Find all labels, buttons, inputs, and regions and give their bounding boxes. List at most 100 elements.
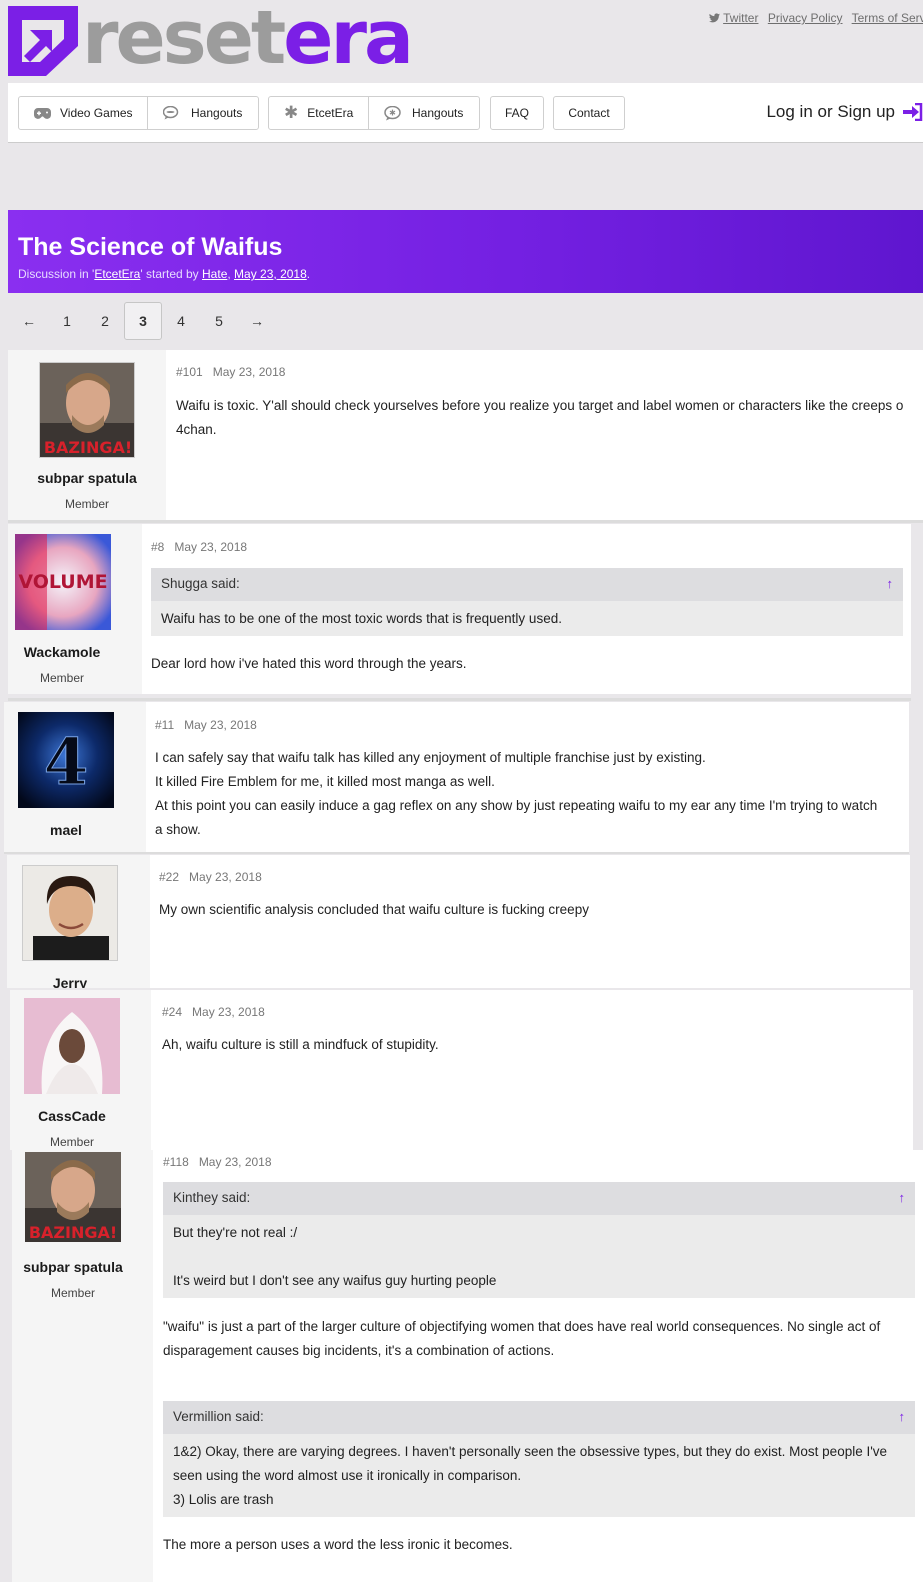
post-divider	[8, 698, 911, 701]
terms-of-service-link[interactable]: Terms of Service	[852, 11, 923, 25]
post-date[interactable]: May 23, 2018	[213, 365, 286, 379]
avatar[interactable]: BAZINGA!	[25, 1152, 121, 1248]
avatar[interactable]	[24, 998, 120, 1094]
post-user-panel: CassCade Member	[10, 990, 151, 1150]
page-prev-button[interactable]: ←	[10, 302, 48, 340]
quote-author: Vermillion said:	[173, 1409, 264, 1424]
post-number[interactable]: #8	[151, 540, 164, 554]
post-user-panel: Jerry	[7, 855, 150, 988]
post-meta: #22 May 23, 2018	[159, 870, 262, 884]
nav-faq-group: FAQ	[490, 96, 544, 130]
quote-header: Vermillion said: ↑	[163, 1401, 915, 1434]
post: CassCade Member #24 May 23, 2018 Ah, waif…	[10, 990, 913, 1150]
post: 4 mael #11 May 23, 2018 I can safely say …	[4, 702, 909, 852]
post-divider	[4, 852, 909, 854]
quote-block: Shugga said: ↑ Waifu has to be one of th…	[151, 568, 903, 636]
quote-jump-icon[interactable]: ↑	[899, 1409, 906, 1424]
post-body: Ah, waifu culture is still a mindfuck of…	[162, 1037, 439, 1052]
avatar[interactable]: 4	[18, 712, 114, 808]
site-logo[interactable]: resetera	[8, 0, 414, 78]
forum-link[interactable]: EtcetEra	[94, 267, 140, 281]
avatar[interactable]: BAZINGA!	[39, 362, 135, 458]
chat-bubbles-icon: ✱	[384, 105, 403, 121]
nav-contact[interactable]: Contact	[554, 97, 624, 129]
post-meta: #11 May 23, 2018	[155, 718, 257, 732]
post-body: Dear lord how i've hated this word throu…	[151, 656, 467, 671]
username[interactable]: subpar spatula	[12, 1259, 134, 1275]
username[interactable]: Wackamole	[8, 644, 116, 660]
pagination: ← 1 2 3 4 5 →	[10, 302, 276, 340]
post: VOLUME Wackamole Member #8 May 23, 2018 S…	[8, 524, 911, 694]
logo-mark-icon	[8, 6, 78, 76]
username[interactable]: Jerry	[7, 975, 133, 988]
nav-hangouts-2[interactable]: ✱ Hangouts	[369, 97, 479, 129]
nav-hangouts-1[interactable]: Hangouts	[148, 97, 258, 129]
post-number[interactable]: #22	[159, 870, 179, 884]
chat-bubbles-icon	[163, 106, 182, 120]
svg-text:4: 4	[44, 725, 89, 800]
post-date[interactable]: May 23, 2018	[174, 540, 247, 554]
page-4[interactable]: 4	[162, 302, 200, 340]
post-number[interactable]: #101	[176, 365, 203, 379]
post-body: My own scientific analysis concluded tha…	[159, 902, 589, 917]
avatar[interactable]	[22, 865, 118, 961]
page-1[interactable]: 1	[48, 302, 86, 340]
post-user-panel: 4 mael	[4, 702, 146, 852]
user-title: Member	[64, 497, 109, 511]
post: BAZINGA! subpar spatula Member #118 May 2…	[12, 1150, 923, 1582]
post-body: Waifu is toxic. Y'all should check yours…	[176, 398, 904, 437]
post-number[interactable]: #11	[155, 718, 174, 732]
thread-title: The Science of Waifus	[18, 233, 283, 261]
login-signup-link[interactable]: Log in or Sign up	[766, 102, 923, 122]
logo-wordmark: resetera	[82, 0, 414, 81]
quote-author: Shugga said:	[161, 576, 240, 591]
page-3-current[interactable]: 3	[124, 302, 162, 340]
nav-video-games[interactable]: Video Games	[19, 97, 148, 129]
svg-text:✱: ✱	[389, 108, 396, 117]
main-navbar: Video Games Hangouts ✱ EtcetEra ✱ Hangou…	[8, 83, 923, 143]
quote-jump-icon[interactable]: ↑	[899, 1190, 906, 1205]
post-body: The more a person uses a word the less i…	[163, 1537, 513, 1552]
post-number[interactable]: #24	[162, 1005, 182, 1019]
post-date[interactable]: May 23, 2018	[192, 1005, 265, 1019]
username[interactable]: CassCade	[10, 1108, 134, 1124]
page-2[interactable]: 2	[86, 302, 124, 340]
post-body: "waifu" is just a part of the larger cul…	[163, 1319, 881, 1358]
quote-jump-icon[interactable]: ↑	[887, 576, 894, 591]
page-next-button[interactable]: →	[238, 302, 276, 340]
post-date[interactable]: May 23, 2018	[189, 870, 262, 884]
post-user-panel: BAZINGA! subpar spatula Member	[8, 350, 166, 520]
post-user-panel: BAZINGA! subpar spatula Member	[12, 1150, 153, 1582]
thread-meta: Discussion in 'EtcetEra' started by Hate…	[18, 267, 311, 281]
post-number[interactable]: #118	[163, 1155, 189, 1169]
thread-date-link[interactable]: May 23, 2018	[234, 267, 307, 281]
quote-block: Kinthey said: ↑ But they're not real :/ …	[163, 1182, 915, 1298]
page-5[interactable]: 5	[200, 302, 238, 340]
gamepad-icon	[34, 107, 51, 119]
post-date[interactable]: May 23, 2018	[199, 1155, 272, 1169]
thread-header: The Science of Waifus Discussion in 'Etc…	[8, 210, 923, 293]
user-title: Member	[50, 1286, 95, 1300]
post: Jerry #22 May 23, 2018 My own scientific …	[7, 855, 910, 988]
author-link[interactable]: Hate	[202, 267, 227, 281]
sign-in-icon	[903, 103, 923, 121]
user-title: Member	[49, 1135, 94, 1149]
quote-block: Vermillion said: ↑ 1&2) Okay, there are …	[163, 1401, 915, 1517]
username[interactable]: subpar spatula	[8, 470, 166, 486]
username[interactable]: mael	[4, 822, 128, 838]
top-links: Twitter Privacy Policy Terms of Service	[709, 11, 923, 25]
privacy-policy-link[interactable]: Privacy Policy	[768, 11, 843, 25]
avatar[interactable]: VOLUME	[15, 534, 111, 630]
quote-body: Waifu has to be one of the most toxic wo…	[161, 611, 562, 626]
quote-header: Shugga said: ↑	[151, 568, 903, 601]
quote-body: 1&2) Okay, there are varying degrees. I …	[173, 1444, 888, 1507]
svg-text:BAZINGA!: BAZINGA!	[44, 438, 132, 457]
post-date[interactable]: May 23, 2018	[184, 718, 257, 732]
post-user-panel: VOLUME Wackamole Member	[8, 524, 142, 694]
nav-group-etcetera: ✱ EtcetEra ✱ Hangouts	[268, 96, 480, 130]
asterisk-icon: ✱	[284, 103, 299, 122]
nav-etcetera[interactable]: ✱ EtcetEra	[269, 97, 369, 129]
twitter-link[interactable]: Twitter	[723, 11, 758, 25]
post-meta: #118 May 23, 2018	[163, 1155, 272, 1169]
nav-faq[interactable]: FAQ	[491, 97, 543, 129]
